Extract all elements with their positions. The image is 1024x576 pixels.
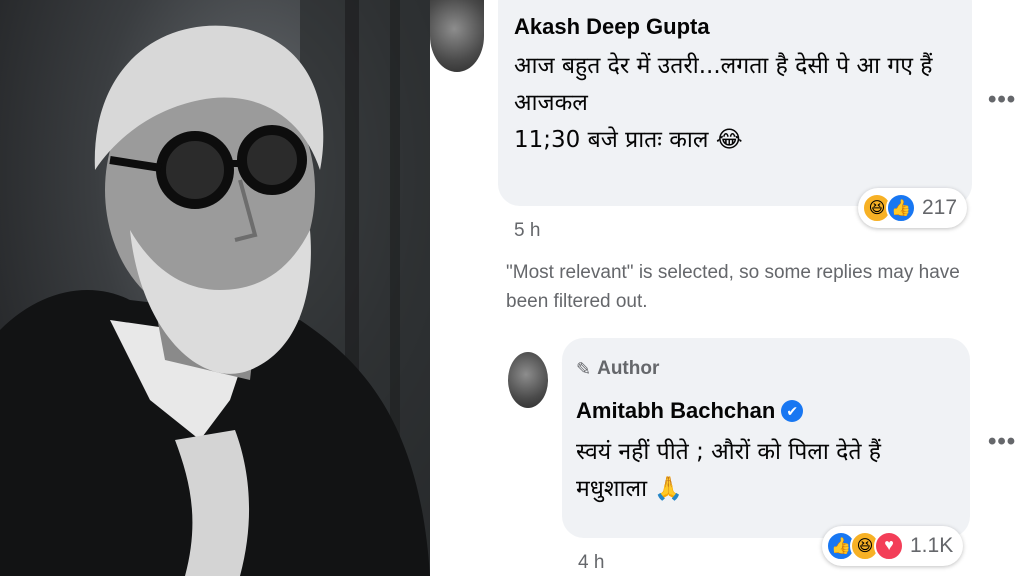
reply-reaction-count: 1.1K	[910, 534, 954, 557]
reply-bubble: ✎ Author Amitabh Bachchan ✔ स्वयं नहीं प…	[562, 338, 970, 538]
like-reaction-icon: 👍	[886, 193, 916, 223]
reply-author-name[interactable]: Amitabh Bachchan	[576, 398, 775, 424]
comment-reactions[interactable]: 😆 👍 217	[858, 188, 968, 228]
reply-timestamp[interactable]: 4 h	[578, 552, 604, 574]
comment-timestamp[interactable]: 5 h	[514, 220, 540, 242]
comment-line-1: आज बहुत देर में उतरी...लगता है देसी पे आ…	[514, 53, 933, 79]
portrait-photo	[0, 0, 430, 576]
reply-avatar[interactable]	[508, 352, 548, 408]
comment-line-2: आजकल	[514, 89, 588, 116]
author-pen-icon: ✎	[576, 358, 592, 379]
filter-notice-line-2: been filtered out.	[506, 291, 648, 313]
commenter-avatar[interactable]	[430, 0, 484, 72]
comment-author-name[interactable]: Akash Deep Gupta	[514, 14, 710, 40]
author-badge: ✎ Author	[576, 358, 659, 380]
comment-thread: Akash Deep Gupta आज बहुत देर में उतरी...…	[430, 0, 1024, 576]
reply-more-options-icon[interactable]: •••	[988, 428, 1016, 456]
comment-bubble: Akash Deep Gupta आज बहुत देर में उतरी...…	[498, 0, 972, 206]
verified-badge-icon: ✔	[781, 400, 804, 422]
reply-reactions[interactable]: 👍 😆 ♥ 1.1K	[822, 526, 964, 566]
reply-author-row: Amitabh Bachchan ✔	[576, 398, 804, 424]
comment-line-3: 11;30 बजे प्रातः काल 😂	[514, 126, 743, 153]
comment-text: आज बहुत देर में उतरी...लगता है देसी पे आ…	[514, 48, 964, 158]
filter-notice: "Most relevant" is selected, so some rep…	[506, 258, 1006, 317]
comment-reaction-count: 217	[922, 196, 958, 219]
author-badge-label: Author	[597, 358, 660, 379]
reply-line-2: मधुशाला 🙏	[576, 475, 683, 502]
love-reaction-icon: ♥	[874, 531, 904, 561]
more-options-icon[interactable]: •••	[988, 86, 1016, 114]
reply-line-1: स्वयं नहीं पीते ; औरों को पिला देते हैं	[576, 439, 882, 465]
reply-text: स्वयं नहीं पीते ; औरों को पिला देते हैं …	[576, 434, 966, 508]
filter-notice-line-1: "Most relevant" is selected, so some rep…	[506, 262, 960, 283]
portrait-illustration	[0, 0, 430, 576]
